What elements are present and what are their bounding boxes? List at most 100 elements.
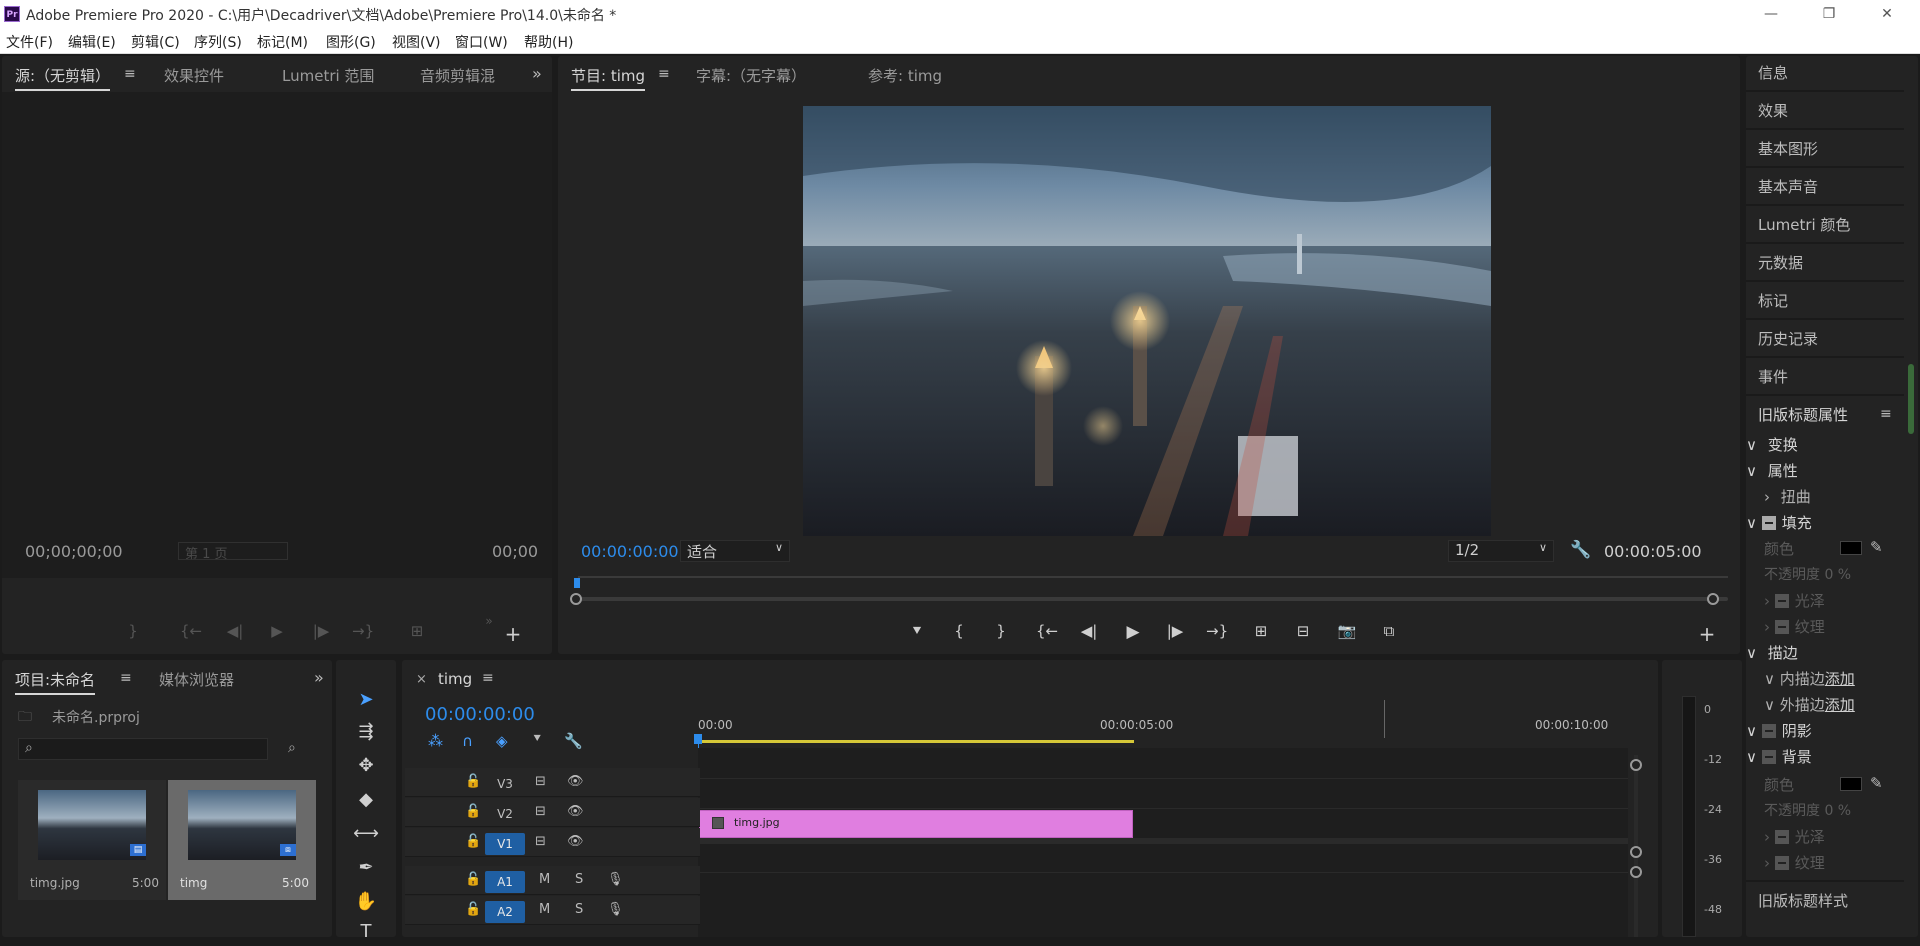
hand-tool-icon[interactable]: ✋ xyxy=(352,888,380,916)
sheen-checkbox[interactable] xyxy=(1774,594,1789,608)
zoom-handle-right[interactable] xyxy=(1707,593,1719,605)
play-icon[interactable]: ▶ xyxy=(266,622,288,640)
go-to-in-icon[interactable]: {← xyxy=(180,622,202,640)
tab-reference[interactable]: 参考: timg xyxy=(868,65,942,86)
prop-shadow[interactable]: ∨ 阴影 xyxy=(1746,720,1812,741)
prop-bg-sheen[interactable]: › 光泽 xyxy=(1764,826,1825,847)
track-label-v1[interactable]: V1 xyxy=(485,833,525,855)
playhead[interactable] xyxy=(574,578,580,588)
track-label-v3[interactable]: V3 xyxy=(485,773,525,795)
prop-attributes[interactable]: ∨ 属性 xyxy=(1746,460,1798,481)
go-to-in-icon[interactable]: {← xyxy=(1036,622,1058,640)
panel-history[interactable]: 历史记录 xyxy=(1758,328,1898,349)
extract-icon[interactable]: ⊟ xyxy=(1292,622,1314,640)
prop-fill[interactable]: ∨ 填充 xyxy=(1746,512,1812,533)
tab-effect-controls[interactable]: 效果控件 xyxy=(164,65,224,86)
menu-icon[interactable]: ≡ xyxy=(1880,406,1892,422)
panel-markers[interactable]: 标记 xyxy=(1758,290,1898,311)
close-tab-icon[interactable]: × xyxy=(416,672,427,687)
slip-tool-icon[interactable]: ⟷ xyxy=(352,820,380,848)
menu-sequence[interactable]: 序列(S) xyxy=(194,32,242,52)
minimize-button[interactable]: — xyxy=(1748,2,1794,26)
scrollbar-thumb[interactable] xyxy=(1908,364,1914,434)
project-search-input[interactable]: ⌕ xyxy=(18,738,268,760)
bg-sheen-checkbox[interactable] xyxy=(1774,830,1789,844)
go-to-out-icon[interactable]: →} xyxy=(352,622,374,640)
fit-select[interactable]: 适合 ∨ xyxy=(680,540,790,562)
prop-distort[interactable]: › 扭曲 xyxy=(1764,486,1811,507)
bg-color-swatch[interactable] xyxy=(1840,777,1862,791)
add-marker-icon[interactable]: ⯆ xyxy=(532,732,542,747)
comparison-view-icon[interactable]: ⧉ xyxy=(1378,622,1400,640)
more-buttons-icon[interactable]: » xyxy=(478,614,500,628)
texture-checkbox[interactable] xyxy=(1774,620,1789,634)
add-button-icon[interactable]: + xyxy=(502,622,524,646)
menu-icon[interactable]: ≡ xyxy=(482,670,494,686)
menu-marker[interactable]: 标记(M) xyxy=(257,32,308,52)
snap-magnet-icon[interactable]: ∩ xyxy=(462,732,473,750)
mark-out-icon[interactable]: } xyxy=(122,622,144,640)
mark-out-icon[interactable]: } xyxy=(990,622,1012,640)
prop-outer-stroke[interactable]: ∨ 外描边添加 xyxy=(1764,694,1855,715)
zoom-bar[interactable] xyxy=(578,597,1728,601)
work-area-bar[interactable] xyxy=(698,740,1134,743)
more-tabs-icon[interactable]: » xyxy=(314,668,324,687)
lift-icon[interactable]: ⊞ xyxy=(1250,622,1272,640)
timeline-timecode[interactable]: 00:00:00:00 xyxy=(425,704,535,725)
eyedropper-icon[interactable]: ✎ xyxy=(1870,774,1883,792)
panel-legacy-title-properties[interactable]: 旧版标题属性 xyxy=(1758,404,1898,425)
export-frame-icon[interactable]: 📷 xyxy=(1336,622,1358,640)
mark-in-icon[interactable]: { xyxy=(948,622,970,640)
ripple-edit-tool-icon[interactable]: ✥ xyxy=(352,752,380,780)
settings-wrench-icon[interactable]: 🔧 xyxy=(1570,540,1591,560)
solo-button[interactable]: S xyxy=(575,902,583,917)
project-item[interactable]: ▤ timg.jpg 5:00 xyxy=(18,780,166,900)
bg-texture-checkbox[interactable] xyxy=(1774,856,1789,870)
sync-lock-icon[interactable]: ⊟ xyxy=(535,774,546,789)
prop-background[interactable]: ∨ 背景 xyxy=(1746,746,1812,767)
prop-transform[interactable]: ∨ 变换 xyxy=(1746,434,1798,455)
tab-project[interactable]: 项目:未命名 xyxy=(15,669,96,695)
more-tabs-icon[interactable]: » xyxy=(532,64,542,83)
panel-effects[interactable]: 效果 xyxy=(1758,100,1898,121)
shadow-checkbox[interactable] xyxy=(1761,724,1776,738)
razor-tool-icon[interactable]: ◆ xyxy=(352,786,380,814)
scrub-ruler[interactable] xyxy=(578,576,1728,578)
timeline-settings-icon[interactable]: 🔧 xyxy=(564,732,583,750)
pen-tool-icon[interactable]: ✒ xyxy=(352,854,380,882)
tab-lumetri-scopes[interactable]: Lumetri 范围 xyxy=(282,65,374,86)
menu-clip[interactable]: 剪辑(C) xyxy=(131,32,180,52)
sync-lock-icon[interactable]: ⊟ xyxy=(535,804,546,819)
eye-icon[interactable]: 👁 xyxy=(567,774,584,789)
close-button[interactable]: ✕ xyxy=(1864,2,1910,26)
track-label-v2[interactable]: V2 xyxy=(485,803,525,825)
menu-view[interactable]: 视图(V) xyxy=(392,32,441,52)
insert-icon[interactable]: ⊞ xyxy=(406,622,428,640)
microphone-icon[interactable]: 🎙 xyxy=(607,872,624,887)
track-select-tool-icon[interactable]: ⇶ xyxy=(352,718,380,746)
eye-icon[interactable]: 👁 xyxy=(567,804,584,819)
menu-icon[interactable]: ≡ xyxy=(124,66,136,82)
type-tool-icon[interactable]: T xyxy=(352,918,380,946)
menu-graphics[interactable]: 图形(G) xyxy=(326,32,376,52)
menu-edit[interactable]: 编辑(E) xyxy=(68,32,116,52)
tab-timeline[interactable]: timg xyxy=(438,670,472,688)
background-checkbox[interactable] xyxy=(1761,750,1776,764)
scroll-handle[interactable] xyxy=(1630,866,1642,878)
menu-window[interactable]: 窗口(W) xyxy=(455,32,508,52)
linked-selection-icon[interactable]: ◈ xyxy=(496,732,508,750)
panel-metadata[interactable]: 元数据 xyxy=(1758,252,1898,273)
tab-captions[interactable]: 字幕:（无字幕） xyxy=(696,65,806,86)
scroll-handle[interactable] xyxy=(1630,846,1642,858)
panel-essential-graphics[interactable]: 基本图形 xyxy=(1758,138,1898,159)
find-icon[interactable]: ⌕ xyxy=(288,740,296,756)
mute-button[interactable]: M xyxy=(539,902,550,917)
step-back-icon[interactable]: ◀| xyxy=(224,622,246,640)
menu-help[interactable]: 帮助(H) xyxy=(524,32,573,52)
tab-audio-clip-mixer[interactable]: 音频剪辑混 xyxy=(420,65,495,86)
menu-icon[interactable]: ≡ xyxy=(658,66,670,82)
lock-icon[interactable]: 🔓 xyxy=(465,834,481,849)
source-page-select[interactable]: 第 1 页 xyxy=(178,542,288,562)
prop-stroke[interactable]: ∨ 描边 xyxy=(1746,642,1798,663)
microphone-icon[interactable]: 🎙 xyxy=(607,902,624,917)
